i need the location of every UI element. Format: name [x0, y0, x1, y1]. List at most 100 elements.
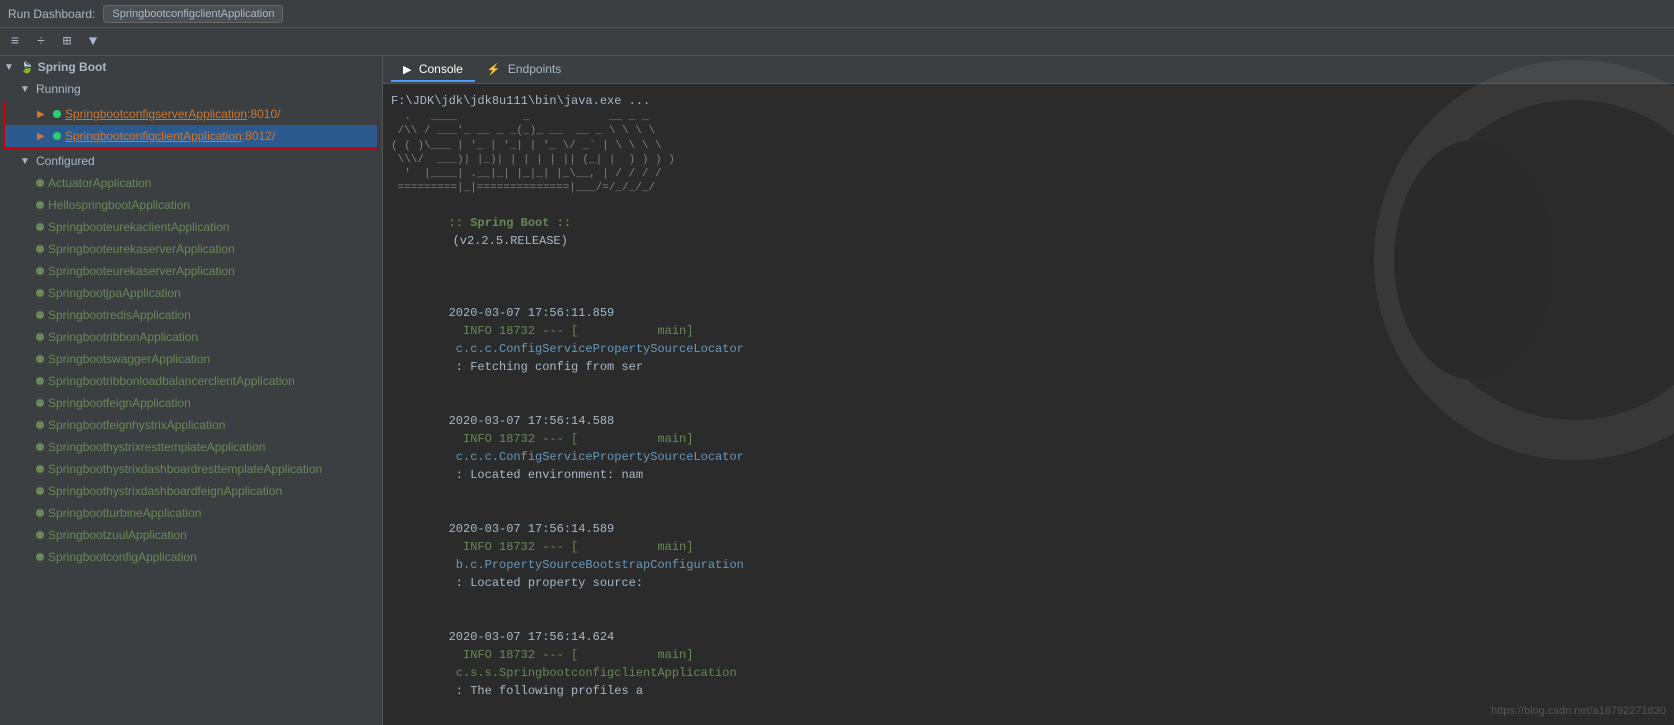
label-feign: SpringbootfeignApplication: [48, 396, 191, 410]
tree-arrow-springboot: ▼: [4, 62, 20, 73]
tree-item-feign[interactable]: SpringbootfeignApplication: [0, 392, 382, 414]
tree-configured[interactable]: ▼ Configured: [0, 150, 382, 172]
ascii-line-5: ' |____| .__|_| |_|_| |_\__, | / / / /: [391, 167, 1666, 181]
ascii-line-1: . ____ _ __ _ _: [391, 110, 1666, 124]
dot-redis: [36, 311, 44, 319]
configclient-label: SpringbootconfigclientApplication: [65, 129, 242, 143]
watermark: https://blog.csdn.net/a18792271830: [1491, 705, 1666, 717]
label-zuul: SpringbootzuulApplication: [48, 528, 187, 542]
log-line-2: 2020-03-07 17:56:14.588 INFO 18732 --- […: [391, 394, 1666, 502]
console-tab-icon: ▶: [403, 64, 411, 76]
top-bar: Run Dashboard: SpringbootconfigclientApp…: [0, 0, 1674, 28]
tree-item-feignhystrix[interactable]: SpringbootfeignhystrixApplication: [0, 414, 382, 436]
ascii-line-3: ( ( )\___ | '_ | '_| | '_ \/ _` | \ \ \ …: [391, 139, 1666, 153]
tree-item-hystrixrest[interactable]: SpringboothystrixresttemplateApplication: [0, 436, 382, 458]
springboot-label: Spring Boot: [38, 60, 107, 74]
tree-item-swagger[interactable]: SpringbootswaggerApplication: [0, 348, 382, 370]
dot-turbine: [36, 509, 44, 517]
label-redis: SpringbootredisApplication: [48, 308, 191, 322]
run-dot-configclient: [53, 132, 61, 140]
red-border-running-items: ▶ SpringbootconfigserverApplication :801…: [4, 101, 378, 149]
label-hystrixdashrest: SpringboothystrixdashboardresttemplateAp…: [48, 462, 322, 476]
dot-hello: [36, 201, 44, 209]
dot-ribbon: [36, 333, 44, 341]
label-jpa: SpringbootjpaApplication: [48, 286, 181, 300]
tree-item-redis[interactable]: SpringbootredisApplication: [0, 304, 382, 326]
console-header: F:\JDK\jdk\jdk8u111\bin\java.exe ...: [391, 92, 1666, 110]
log-line-4: 2020-03-07 17:56:14.624 INFO 18732 --- […: [391, 610, 1666, 718]
toolbar-btn-split[interactable]: ÷: [30, 31, 52, 53]
ascii-line-2: /\\ / ___'_ __ _ _(_)_ __ __ _ \ \ \ \: [391, 124, 1666, 138]
tree-running[interactable]: ▼ Running: [0, 78, 382, 100]
console-tabs: ▶ Console ⚡ Endpoints: [383, 56, 1674, 84]
log-line-5: 2020-03-07 17:56:14.992 INFO 18732 --- […: [391, 718, 1666, 725]
log-line-3: 2020-03-07 17:56:14.589 INFO 18732 --- […: [391, 502, 1666, 610]
tree-item-configserver[interactable]: ▶ SpringbootconfigserverApplication :801…: [5, 103, 377, 125]
ascii-line-4: \\\/ ___)| |_)| | | | | || (_| | ) ) ) ): [391, 153, 1666, 167]
running-group: ▼ Running ▶ SpringbootconfigserverApplic…: [0, 78, 382, 149]
tab-endpoints-label: Endpoints: [508, 62, 561, 76]
label-ribbon: SpringbootribbonApplication: [48, 330, 198, 344]
label-hello: HellospringbootApplication: [48, 198, 190, 212]
spring-version: (v2.2.5.RELEASE): [453, 234, 568, 248]
tree-item-hello[interactable]: HellospringbootApplication: [0, 194, 382, 216]
tree-root-springboot[interactable]: ▼ 🍃 Spring Boot: [0, 56, 382, 78]
label-hystrixrest: SpringboothystrixresttemplateApplication: [48, 440, 265, 454]
configclient-port: :8012/: [242, 129, 275, 143]
dot-hystrixdashfeign: [36, 487, 44, 495]
tree-item-eurekaclient[interactable]: SpringbooteurekaclientApplication: [0, 216, 382, 238]
dot-hystrixdashrest: [36, 465, 44, 473]
tree-arrow-running: ▼: [20, 84, 36, 95]
label-hystrixdashfeign: SpringboothystrixdashboardfeignApplicati…: [48, 484, 282, 498]
toolbar-btn-menu[interactable]: ≡: [4, 31, 26, 53]
dot-swagger: [36, 355, 44, 363]
toolbar: ≡ ÷ ⊞ ▼: [0, 28, 1674, 56]
toolbar-btn-filter[interactable]: ▼: [82, 31, 104, 53]
tab-endpoints[interactable]: ⚡ Endpoints: [475, 58, 573, 82]
tree-item-actuator[interactable]: ActuatorApplication: [0, 172, 382, 194]
configured-group: ▼ Configured ActuatorApplication Hellosp…: [0, 150, 382, 568]
spring-boot-version: :: Spring Boot :: (v2.2.5.RELEASE): [391, 196, 1666, 268]
spring-label: :: Spring Boot ::: [449, 216, 571, 230]
dot-hystrixrest: [36, 443, 44, 451]
active-run-tab[interactable]: SpringbootconfigclientApplication: [103, 5, 283, 23]
tree-item-configclient[interactable]: ▶ SpringbootconfigclientApplication :801…: [5, 125, 377, 147]
tree-item-ribbon[interactable]: SpringbootribbonApplication: [0, 326, 382, 348]
dot-jpa: [36, 289, 44, 297]
main-layout: ▼ 🍃 Spring Boot ▼ Running ▶ Springbootco…: [0, 56, 1674, 725]
label-eurekaserver: SpringbooteurekaserverApplication: [48, 264, 235, 278]
console-output[interactable]: F:\JDK\jdk\jdk8u111\bin\java.exe ... . _…: [383, 84, 1674, 725]
configserver-label: SpringbootconfigserverApplication: [65, 107, 247, 121]
run-dashboard-label: Run Dashboard:: [8, 7, 95, 21]
springboot-icon: 🍃: [20, 61, 34, 74]
tree-item-hystrixdashrest[interactable]: SpringboothystrixdashboardresttemplateAp…: [0, 458, 382, 480]
configserver-port: :8010/: [247, 107, 280, 121]
tree-item-config[interactable]: SpringbootconfigApplication: [0, 546, 382, 568]
tree-item-eurekaserver1[interactable]: SpringbooteurekaserverApplication: [0, 238, 382, 260]
log-line-1: 2020-03-07 17:56:11.859 INFO 18732 --- […: [391, 286, 1666, 394]
tree-item-turbine[interactable]: SpringbootturbineApplication: [0, 502, 382, 524]
run-dot-configserver: [53, 110, 61, 118]
dot-config: [36, 553, 44, 561]
tree-item-jpa[interactable]: SpringbootjpaApplication: [0, 282, 382, 304]
label-feignhystrix: SpringbootfeignhystrixApplication: [48, 418, 225, 432]
tab-console[interactable]: ▶ Console: [391, 58, 475, 82]
dot-actuator: [36, 179, 44, 187]
toolbar-btn-layout[interactable]: ⊞: [56, 31, 78, 53]
configured-label: Configured: [36, 154, 95, 168]
tree-item-hystrixdashfeign[interactable]: SpringboothystrixdashboardfeignApplicati…: [0, 480, 382, 502]
dot-feign: [36, 399, 44, 407]
ascii-line-6: =========|_|==============|___/=/_/_/_/: [391, 181, 1666, 195]
arrow-configserver: ▶: [37, 109, 53, 120]
tree-item-eurekaserver[interactable]: SpringbooteurekaserverApplication: [0, 260, 382, 282]
dot-ribbonlb: [36, 377, 44, 385]
dot-zuul: [36, 531, 44, 539]
tab-console-label: Console: [419, 62, 463, 76]
dot-eurekaserver1: [36, 245, 44, 253]
tree-item-zuul[interactable]: SpringbootzuulApplication: [0, 524, 382, 546]
label-turbine: SpringbootturbineApplication: [48, 506, 201, 520]
tree-item-ribbonlb[interactable]: SpringbootribbonloadbalancerclientApplic…: [0, 370, 382, 392]
label-swagger: SpringbootswaggerApplication: [48, 352, 210, 366]
endpoints-tab-icon: ⚡: [487, 64, 501, 76]
dot-eurekaserver: [36, 267, 44, 275]
